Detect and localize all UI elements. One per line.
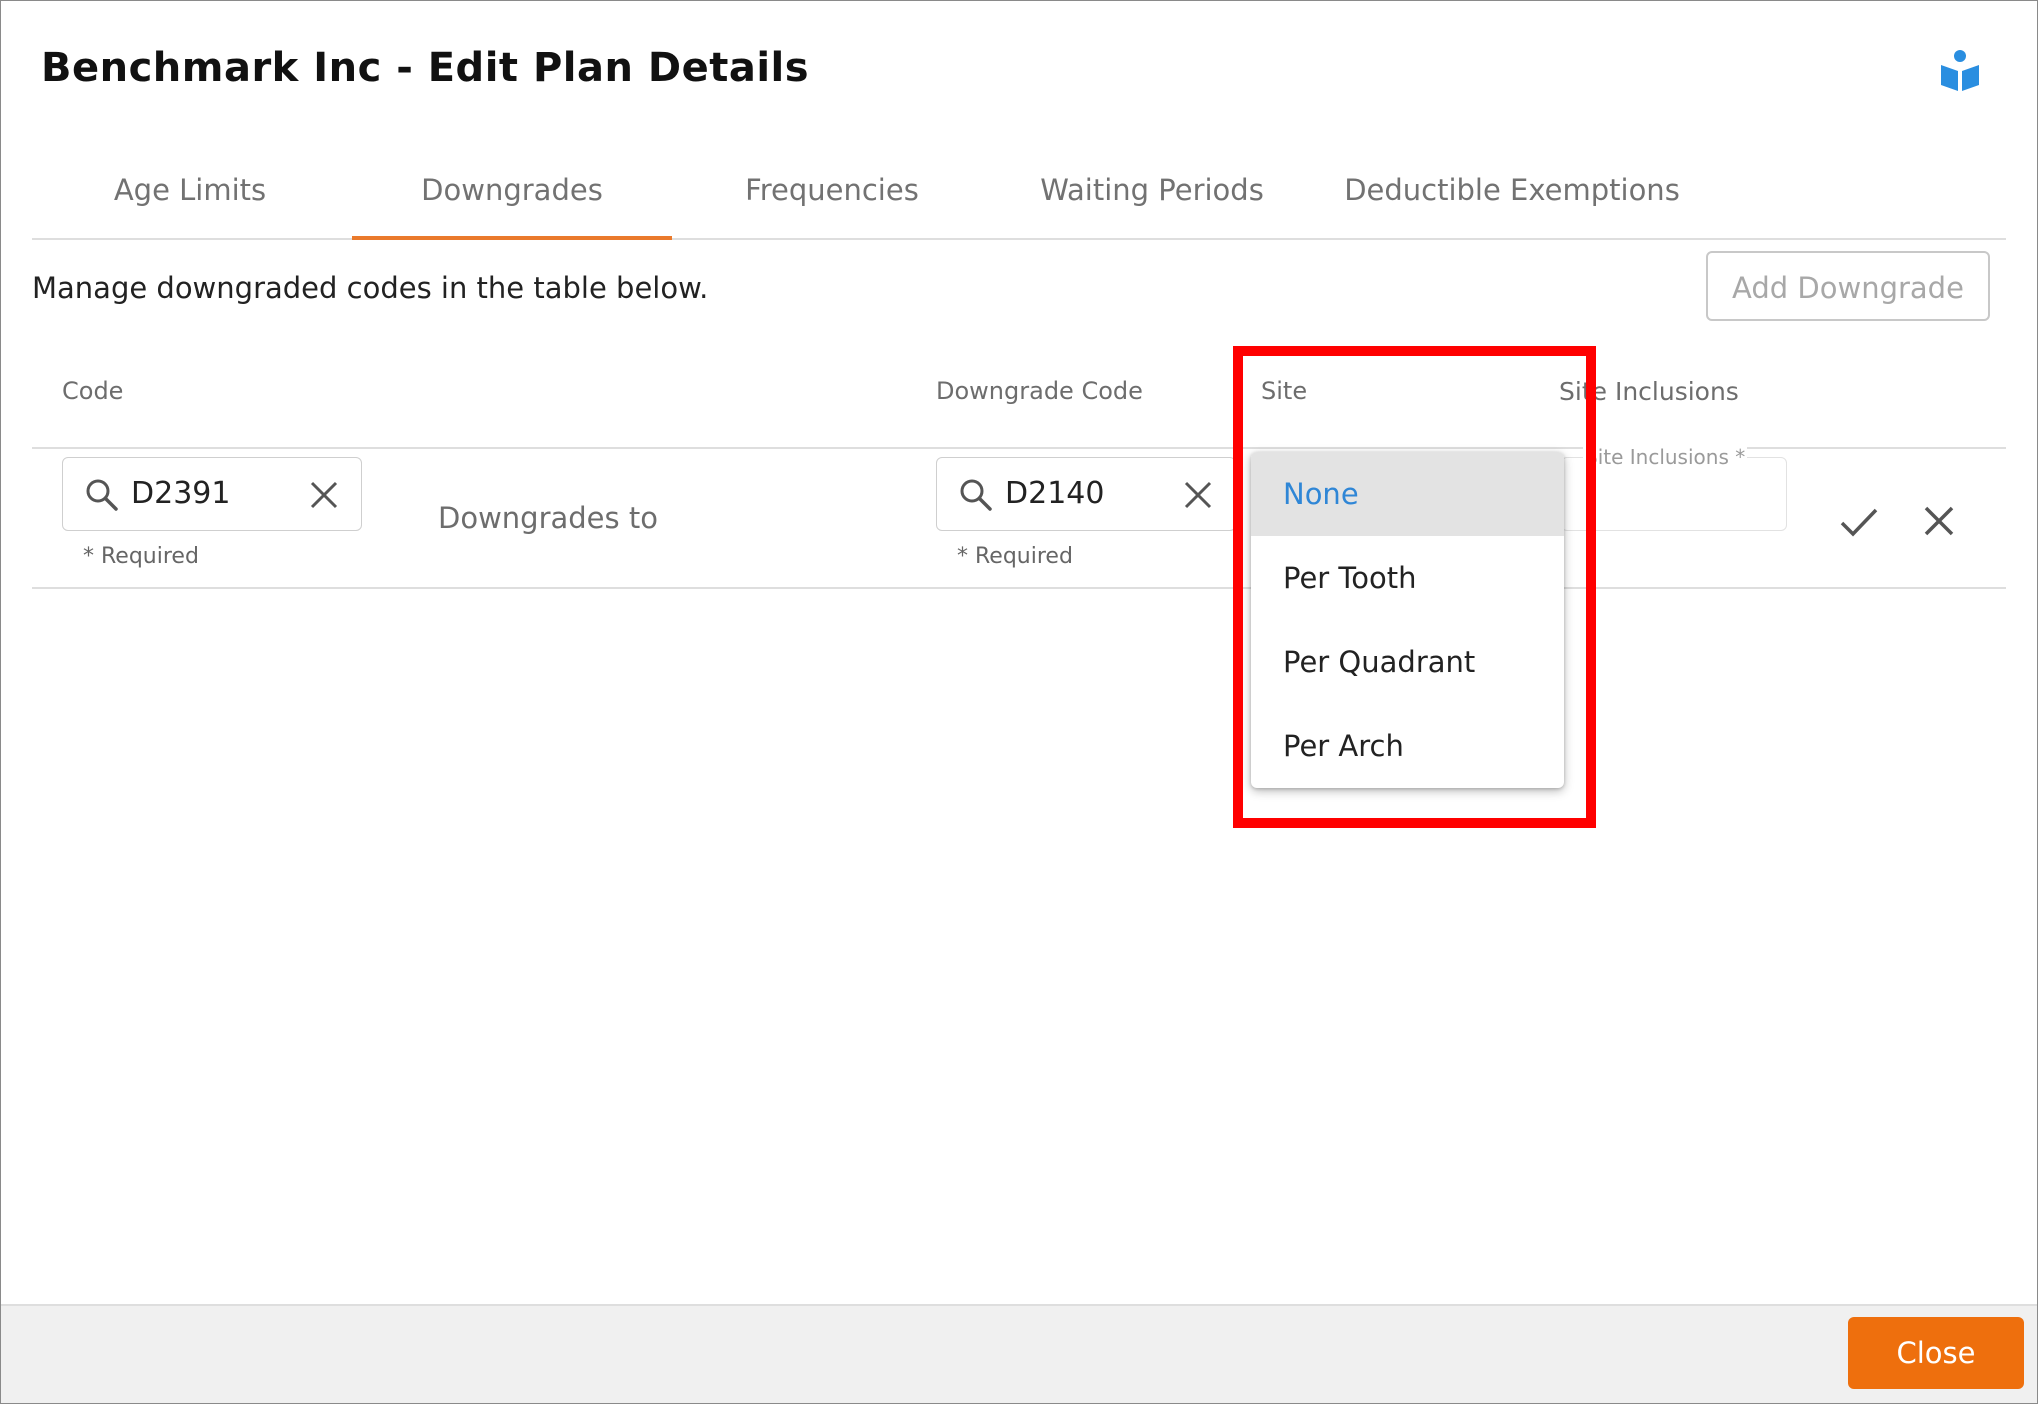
downgrades-to-label: Downgrades to [438, 501, 658, 535]
clear-icon[interactable] [1183, 480, 1213, 510]
downgrade-code-value[interactable]: D2140 [1005, 476, 1104, 511]
tab-age-limits[interactable]: Age Limits [32, 153, 348, 238]
intro-text: Manage downgraded codes in the table bel… [32, 271, 709, 305]
dialog-title: Benchmark Inc - Edit Plan Details [41, 45, 810, 91]
tab-downgrades[interactable]: Downgrades [352, 153, 672, 240]
downgrade-required-hint: * Required [957, 544, 1073, 569]
search-icon [86, 479, 118, 511]
code-value[interactable]: D2391 [131, 476, 230, 511]
tab-bar: Age Limits Downgrades Frequencies Waitin… [32, 153, 2006, 240]
close-button[interactable]: Close [1848, 1317, 2024, 1389]
edit-plan-dialog: Benchmark Inc - Edit Plan Details Age Li… [0, 0, 2038, 1404]
checkmark-icon[interactable] [1839, 505, 1879, 539]
add-downgrade-button[interactable]: Add Downgrade [1706, 251, 1990, 321]
close-icon[interactable] [1923, 505, 1955, 537]
header-code: Code [62, 377, 124, 405]
site-inclusions-placeholder: Site Inclusions * [1583, 445, 1748, 469]
code-search-field[interactable]: D2391 [62, 457, 362, 531]
tab-frequencies[interactable]: Frequencies [672, 153, 992, 238]
code-required-hint: * Required [83, 544, 199, 569]
downgrade-code-search-field[interactable]: D2140 [936, 457, 1236, 531]
row-divider [32, 587, 2006, 589]
search-icon [960, 479, 992, 511]
tab-deductible-exemptions[interactable]: Deductible Exemptions [1312, 153, 1712, 238]
dialog-footer [1, 1304, 2037, 1403]
clear-icon[interactable] [309, 480, 339, 510]
header-downgrade-code: Downgrade Code [936, 377, 1143, 405]
highlight-box [1233, 346, 1596, 828]
book-reader-icon[interactable] [1939, 49, 1981, 93]
tab-waiting-periods[interactable]: Waiting Periods [992, 153, 1312, 238]
